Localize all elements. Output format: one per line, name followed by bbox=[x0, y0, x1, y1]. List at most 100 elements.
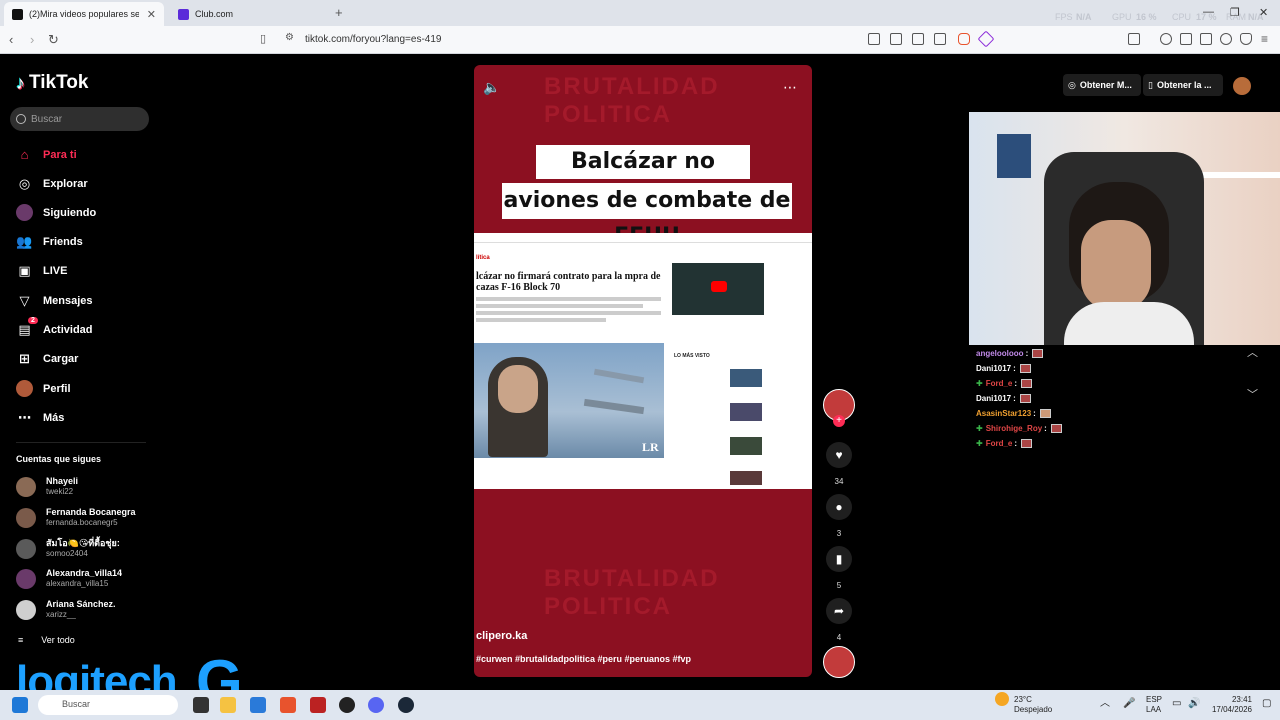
menu-icon[interactable]: ≡ bbox=[1261, 32, 1268, 46]
store-icon[interactable] bbox=[250, 697, 266, 713]
tab-tiktok[interactable]: (2)Mira videos populares sele ✕ bbox=[4, 2, 164, 26]
cast-icon[interactable] bbox=[912, 33, 924, 45]
user-avatar[interactable] bbox=[1233, 77, 1251, 95]
translate-off-icon[interactable] bbox=[868, 33, 880, 45]
emote-icon bbox=[1039, 409, 1051, 418]
chat-message: ✚ Ford_e: bbox=[976, 439, 1033, 448]
notification-icon[interactable]: ▢ bbox=[1262, 699, 1271, 709]
jet-shape bbox=[593, 368, 645, 384]
news-article-screenshot: lítica lcázar no firmará contrato para l… bbox=[474, 233, 812, 489]
sidebar-item-label: LIVE bbox=[43, 264, 68, 277]
music-disc-avatar[interactable] bbox=[823, 646, 855, 678]
share-icon[interactable] bbox=[934, 33, 946, 45]
emote-icon bbox=[1021, 379, 1033, 388]
vpn-shield-icon[interactable] bbox=[1240, 33, 1252, 45]
get-app-button[interactable]: ◎ Obtener M... bbox=[1063, 74, 1141, 96]
windows-start-icon[interactable] bbox=[12, 697, 28, 713]
sidebar-item-para-ti[interactable]: ⌂ Para ti bbox=[16, 146, 77, 163]
language-indicator[interactable]: ESP LAA bbox=[1146, 695, 1162, 715]
tray-overflow-icon[interactable]: ︿ bbox=[1100, 699, 1110, 709]
sidebar-item-mensajes[interactable]: ▽ Mensajes bbox=[16, 292, 93, 309]
leo-ai-icon[interactable] bbox=[1220, 33, 1232, 45]
sidebar-item-siguiendo[interactable]: Siguiendo bbox=[16, 204, 96, 221]
volume-icon[interactable]: 🔈 bbox=[483, 79, 500, 96]
share-button[interactable]: ➦ 4 bbox=[826, 598, 852, 642]
close-tab-icon[interactable]: ✕ bbox=[147, 8, 156, 21]
chat-user: Ford_e bbox=[985, 439, 1013, 448]
scroll-down-icon[interactable]: ﹀ bbox=[1247, 386, 1258, 402]
sidebar-toggle-icon[interactable] bbox=[1128, 33, 1140, 45]
scroll-up-icon[interactable]: ︿ bbox=[1247, 344, 1258, 360]
video-author[interactable]: clipero.ka bbox=[476, 630, 527, 642]
address-bar: ‹ › ↻ ▯ ⚙ tiktok.com/foryou?lang=es-419 … bbox=[0, 26, 1280, 54]
forward-icon[interactable]: › bbox=[30, 32, 34, 47]
see-all-link[interactable]: ≡ Ver todo bbox=[18, 635, 75, 645]
get-desktop-app-button[interactable]: ▯ Obtener la ... bbox=[1143, 74, 1223, 96]
account-handle: xarizz__ bbox=[46, 610, 76, 619]
sidebar-item-cargar[interactable]: ⊞ Cargar bbox=[16, 350, 78, 367]
chat-user: Dani1017 bbox=[976, 394, 1012, 403]
weather-temp: 23°C bbox=[1014, 695, 1032, 704]
reader-icon[interactable] bbox=[1180, 33, 1192, 45]
news-thumb bbox=[730, 403, 762, 421]
like-button[interactable]: ♥ 34 bbox=[826, 442, 852, 486]
obs-icon[interactable] bbox=[339, 697, 355, 713]
video-player[interactable]: BRUTALIDAD POLITICA BRUTALIDAD POLITICA … bbox=[474, 65, 812, 677]
following-account[interactable]: Fernanda Bocanegra fernanda.bocanegr5 bbox=[16, 507, 136, 528]
following-account[interactable]: Ariana Sánchez. xarizz__ bbox=[16, 599, 116, 620]
tab-label: Club.com bbox=[195, 9, 234, 19]
following-account[interactable]: Alexandra_villa14 alexandra_villa15 bbox=[16, 568, 122, 589]
friends-icon: 👥 bbox=[16, 233, 33, 249]
date: 17/04/2026 bbox=[1211, 705, 1252, 714]
rewards-icon[interactable] bbox=[977, 30, 995, 48]
save-count: 5 bbox=[836, 581, 842, 590]
volume-icon[interactable]: 🔊 bbox=[1188, 699, 1200, 709]
wallet-icon[interactable] bbox=[1200, 33, 1212, 45]
news-photo bbox=[474, 343, 664, 458]
sub-badge-icon: ✚ bbox=[976, 379, 983, 388]
tiktok-note-icon: ♪ bbox=[16, 72, 25, 93]
brave-browser-icon[interactable] bbox=[280, 697, 296, 713]
save-button[interactable]: ▮ 5 bbox=[826, 546, 852, 590]
tiktok-logo[interactable]: ♪ TikTok bbox=[16, 72, 88, 94]
obs-alt-icon[interactable] bbox=[310, 697, 326, 713]
music-icon[interactable] bbox=[1160, 33, 1172, 45]
sidebar-item-actividad[interactable]: ▤ 2 Actividad bbox=[16, 317, 93, 338]
task-view-icon[interactable] bbox=[193, 697, 209, 713]
reload-icon[interactable]: ↻ bbox=[48, 32, 59, 48]
comment-button[interactable]: ● 3 bbox=[826, 494, 852, 538]
restore-icon[interactable]: ❐ bbox=[1230, 6, 1240, 19]
sidebar-item-explorar[interactable]: ◎ Explorar bbox=[16, 175, 88, 192]
sidebar-item-friends[interactable]: 👥 Friends bbox=[16, 233, 82, 250]
fps-label: FPS bbox=[1055, 12, 1073, 22]
close-window-icon[interactable]: ✕ bbox=[1259, 6, 1268, 19]
follow-plus-icon[interactable]: + bbox=[833, 415, 845, 427]
minimize-icon[interactable]: — bbox=[1203, 6, 1214, 18]
more-options-icon[interactable]: ⋯ bbox=[783, 79, 797, 96]
steam-icon[interactable] bbox=[398, 697, 414, 713]
weather-widget[interactable]: 23°C Despejado bbox=[1014, 695, 1052, 715]
sidebar-item-live[interactable]: ▣ LIVE bbox=[16, 262, 67, 279]
weather-sun-icon[interactable] bbox=[995, 692, 1009, 706]
site-info-icon[interactable]: ⚙ bbox=[285, 32, 294, 43]
search-input[interactable]: Buscar bbox=[10, 107, 149, 131]
sidebar-item-perfil[interactable]: Perfil bbox=[16, 380, 71, 397]
clock[interactable]: 23:41 17/04/2026 bbox=[1210, 695, 1252, 715]
taskbar-search[interactable]: Buscar bbox=[38, 695, 178, 715]
network-icon[interactable]: ▭ bbox=[1172, 699, 1181, 709]
discord-icon[interactable] bbox=[368, 697, 384, 713]
following-account[interactable]: สัมโอ🍋😘ที่ตื้อชุ่ย: somoo2404 bbox=[16, 538, 120, 559]
brave-shield-icon[interactable] bbox=[958, 33, 970, 45]
back-icon[interactable]: ‹ bbox=[9, 32, 13, 47]
url-field[interactable]: tiktok.com/foryou?lang=es-419 bbox=[305, 34, 441, 45]
person-face bbox=[498, 365, 538, 413]
video-hashtags[interactable]: #curwen #brutalidadpolitica #peru #perua… bbox=[476, 654, 691, 664]
microphone-icon[interactable]: 🎤 bbox=[1123, 699, 1135, 709]
bookmark-icon[interactable]: ▯ bbox=[260, 32, 266, 45]
following-account[interactable]: Nhayeli tweki22 bbox=[16, 476, 78, 497]
tab-club[interactable]: Club.com bbox=[170, 2, 330, 26]
file-explorer-icon[interactable] bbox=[220, 697, 236, 713]
sidebar-item-mas[interactable]: ⋯ Más bbox=[16, 409, 64, 426]
new-tab-icon[interactable]: + bbox=[335, 5, 343, 20]
translate-icon[interactable] bbox=[890, 33, 902, 45]
